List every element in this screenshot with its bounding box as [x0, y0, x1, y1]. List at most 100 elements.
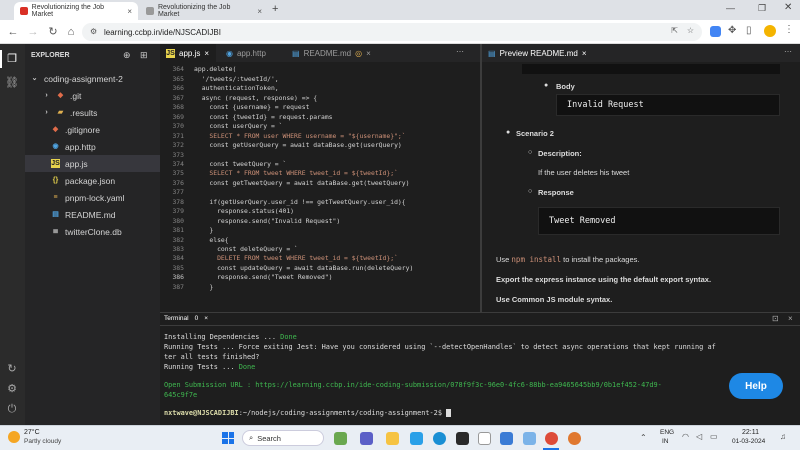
close-tab-icon[interactable]: × — [204, 49, 209, 58]
file-app-js[interactable]: JS app.js — [25, 155, 160, 172]
widgets-icon[interactable] — [334, 432, 347, 445]
site-info-icon[interactable]: ⚙ — [90, 27, 97, 36]
temperature: 27°C — [24, 429, 40, 436]
new-folder-icon[interactable]: ⊞ — [140, 50, 148, 61]
tab-readme[interactable]: ▤ README.md ◎ × — [286, 44, 376, 62]
teams-icon[interactable] — [360, 432, 373, 445]
amazon-icon[interactable] — [478, 432, 491, 445]
close-panel-icon[interactable]: × — [788, 314, 793, 323]
tab-app-http[interactable]: ◉ app.http — [220, 44, 282, 62]
scenario-heading: Scenario 2 — [516, 129, 554, 138]
folder-git[interactable]: › ◆ .git — [25, 87, 160, 104]
sidebar-icon[interactable]: ▯ — [746, 25, 752, 36]
battery-icon[interactable]: ▭ — [710, 432, 718, 441]
terminal-line: Running Tests ... Done — [164, 363, 255, 371]
line-number: 367 — [172, 93, 184, 102]
http-icon: ◉ — [226, 48, 233, 58]
maximize-icon[interactable]: ❐ — [758, 3, 766, 14]
code-line: '/tweets/:tweetId/', — [194, 74, 279, 83]
more-actions-icon[interactable]: ⋯ — [456, 47, 464, 56]
close-icon[interactable]: × — [204, 315, 208, 322]
refresh-icon[interactable]: ↻ — [5, 362, 19, 376]
clock-time[interactable]: 22:11 — [742, 429, 759, 436]
bookmark-star-icon[interactable]: ☆ — [687, 26, 694, 35]
close-tab-icon[interactable]: × — [257, 7, 262, 16]
more-actions-icon[interactable]: ⋯ — [784, 47, 792, 56]
js-icon: JS — [166, 48, 175, 58]
project-folder[interactable]: ⌄ coding-assignment-2 — [25, 70, 160, 87]
share-icon[interactable]: ⇱ — [671, 26, 678, 35]
minimize-icon[interactable]: — — [726, 3, 735, 13]
close-window-icon[interactable]: ✕ — [784, 2, 792, 13]
extensions-icon[interactable]: ⛓ — [5, 76, 19, 90]
code-editor[interactable]: 363364 app.delete(365 '/tweets/:tweetId/'… — [160, 62, 480, 312]
browser-tab-strip: Revolutionizing the Job Market × Revolut… — [0, 0, 800, 20]
power-icon[interactable]: ⏻ — [5, 402, 19, 416]
preview-tab[interactable]: ▤ Preview README.md × — [482, 44, 800, 62]
language[interactable]: ENG — [660, 429, 674, 436]
app-icon[interactable] — [568, 432, 581, 445]
line-number: 370 — [172, 122, 184, 131]
extension-icon[interactable] — [710, 26, 721, 37]
file-app-http[interactable]: ◉ app.http — [25, 138, 160, 155]
app-icon[interactable] — [500, 432, 513, 445]
windows-start-icon[interactable] — [222, 432, 234, 444]
close-tab-icon[interactable]: × — [366, 49, 371, 58]
wifi-icon[interactable]: ◠ — [682, 432, 689, 441]
git-folder-icon: ◆ — [57, 92, 64, 99]
app-icon[interactable] — [523, 432, 536, 445]
back-icon[interactable]: ← — [6, 25, 20, 39]
file-db[interactable]: ≣ twitterClone.db — [25, 223, 160, 240]
home-icon[interactable]: ⌂ — [64, 25, 78, 39]
terminal-tab[interactable]: Terminal 0 × — [164, 315, 208, 322]
browser-tab[interactable]: Revolutionizing the Job Market × — [140, 2, 268, 20]
menu-kebab-icon[interactable]: ⋮ — [784, 24, 794, 35]
reload-icon[interactable]: ↻ — [46, 25, 60, 39]
forward-icon[interactable]: → — [26, 25, 40, 39]
line-number: 382 — [172, 235, 184, 244]
terminal-panel[interactable]: Terminal 0 × ⊡ × Installing Dependencies… — [160, 312, 800, 425]
browser-tab-active[interactable]: Revolutionizing the Job Market × — [14, 2, 138, 20]
file-explorer-icon[interactable] — [386, 432, 399, 445]
close-tab-icon[interactable]: × — [582, 49, 587, 58]
line-number: 376 — [172, 178, 184, 187]
status-done: Done — [280, 333, 297, 341]
active-indicator — [0, 50, 2, 68]
edge-icon[interactable] — [433, 432, 446, 445]
chrome-icon[interactable] — [545, 432, 558, 445]
json-icon: {} — [52, 177, 59, 184]
help-button[interactable]: Help — [729, 373, 783, 399]
file-package-json[interactable]: {} package.json — [25, 172, 160, 189]
preview-eye-icon[interactable]: ◎ — [355, 49, 362, 58]
store-icon[interactable] — [456, 432, 469, 445]
files-icon[interactable]: ❐ — [5, 52, 19, 66]
file-gitignore[interactable]: ◆ .gitignore — [25, 121, 160, 138]
close-tab-icon[interactable]: × — [127, 7, 132, 16]
folder-icon: ▰ — [57, 109, 64, 116]
profile-avatar[interactable] — [764, 25, 776, 37]
file-label: README.md — [65, 209, 116, 220]
terminal-menu-icon[interactable]: ⊡ — [772, 314, 779, 323]
search-label: Search — [257, 433, 281, 443]
new-tab-button[interactable]: + — [272, 3, 278, 15]
cursor — [446, 409, 452, 417]
terminal-line: Installing Dependencies ... Done — [164, 333, 297, 341]
volume-icon[interactable]: ◁ — [696, 432, 702, 441]
tab-app-js[interactable]: JS app.js × — [160, 44, 216, 62]
submission-url-cont[interactable]: 645c9f7e — [164, 391, 197, 399]
new-file-icon[interactable]: ⊕ — [123, 50, 131, 61]
settings-gear-icon[interactable]: ⚙ — [5, 382, 19, 396]
address-bar[interactable]: ⚙ learning.ccbp.in/ide/NJSCADIJBI ⇱ ☆ — [82, 23, 702, 41]
file-pnpm-lock[interactable]: ≡ pnpm-lock.yaml — [25, 189, 160, 206]
file-readme[interactable]: ▤ README.md — [25, 206, 160, 223]
line-number: 387 — [172, 282, 184, 291]
mail-icon[interactable] — [410, 432, 423, 445]
submission-url[interactable]: Open Submission URL : https://learning.c… — [164, 381, 662, 389]
extensions-puzzle-icon[interactable]: ✥ — [728, 25, 736, 36]
chevron-up-icon[interactable]: ⌃ — [640, 433, 647, 442]
notification-bell-icon[interactable]: ♫ — [780, 432, 786, 441]
folder-results[interactable]: › ▰ .results — [25, 104, 160, 121]
taskbar-search[interactable]: ⌕ Search — [242, 430, 324, 446]
weather-icon[interactable] — [8, 431, 20, 443]
terminal-prompt[interactable]: nxtwave@NJSCADIJBI:~/nodejs/coding-assig… — [164, 409, 452, 417]
